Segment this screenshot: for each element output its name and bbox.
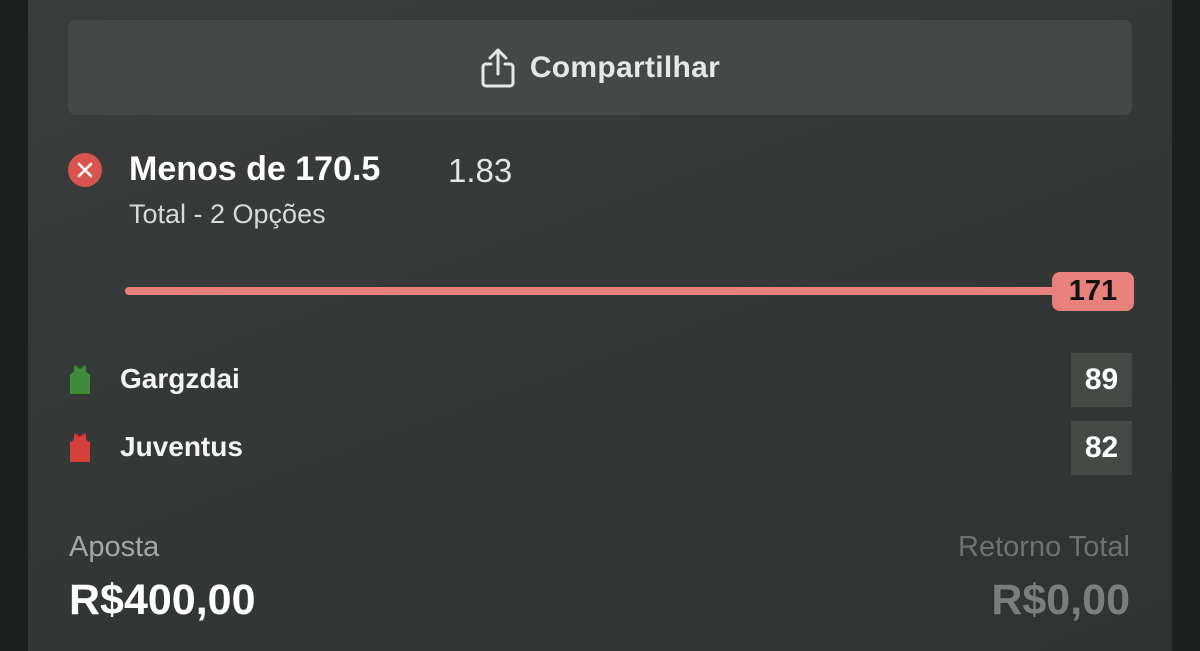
team-name: Gargzdai — [120, 363, 240, 394]
current-total-badge: 171 — [1052, 272, 1134, 311]
selection-title: Menos de 170.5 — [129, 150, 381, 188]
return-label: Retorno Total — [958, 531, 1130, 563]
bet-card: Compartilhar Menos de 170.5 1.83 Total -… — [28, 0, 1172, 651]
selection-odds: 1.83 — [448, 152, 513, 189]
share-button-label: Compartilhar — [529, 50, 721, 84]
team-name: Juventus — [120, 431, 243, 462]
return-value: R$0,00 — [991, 576, 1130, 624]
total-progress-bar — [125, 287, 1085, 295]
close-icon — [77, 162, 93, 178]
team-row-home: Gargzdai 89 — [68, 353, 1132, 407]
team-row-away: Juventus 82 — [68, 421, 1132, 475]
stake-label: Aposta — [69, 531, 160, 563]
stake-value: R$400,00 — [69, 576, 256, 624]
share-icon — [481, 48, 515, 87]
team-score: 82 — [1071, 421, 1132, 475]
market-name: Total - 2 Opções — [129, 199, 326, 229]
lost-status-icon — [68, 153, 102, 187]
share-button[interactable]: Compartilhar — [68, 20, 1132, 115]
team-score: 89 — [1071, 353, 1132, 407]
green-jersey-icon — [70, 365, 90, 394]
red-jersey-icon — [70, 433, 90, 462]
total-progress-fill — [125, 287, 1085, 295]
